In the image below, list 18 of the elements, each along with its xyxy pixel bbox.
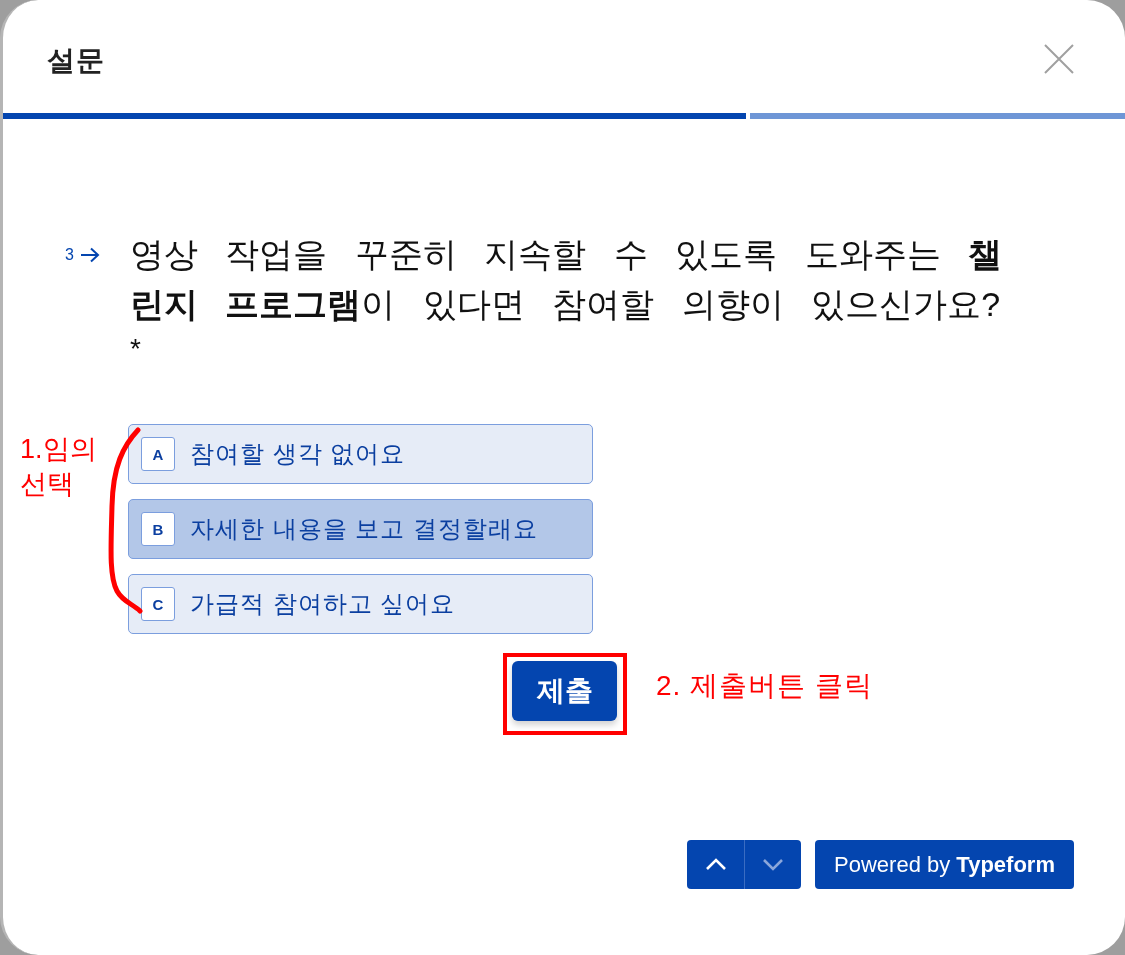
question-number: 3 [65, 246, 74, 264]
chevron-down-icon [761, 856, 785, 873]
annotation-text: 2. 제출버튼 클릭 [656, 669, 873, 703]
branding-link[interactable]: Powered by Typeform [815, 840, 1074, 889]
previous-button[interactable] [687, 840, 744, 889]
annotation-text: 1.임의 선택 [20, 433, 98, 501]
question-text: 영상 작업을 꾸준히 지속할 수 있도록 도와주는 챌린지 프로그램이 있다면 참여할 의향이 있으신가요? [130, 234, 1004, 325]
close-icon[interactable] [1044, 44, 1074, 74]
choice-option[interactable]: A 참여할 생각 없어요 [128, 424, 593, 484]
choice-option[interactable]: B 자세한 내용을 보고 결정할래요 [128, 499, 593, 559]
choice-key: B [141, 512, 175, 546]
choice-option[interactable]: C 가급적 참여하고 싶어요 [128, 574, 593, 634]
dialog-title: 설문 [47, 43, 105, 78]
choice-key: C [141, 587, 175, 621]
arrow-icon [79, 247, 100, 263]
submit-button[interactable]: 제출 [512, 661, 617, 721]
choice-key: A [141, 437, 175, 471]
required-mark: * [130, 332, 141, 366]
